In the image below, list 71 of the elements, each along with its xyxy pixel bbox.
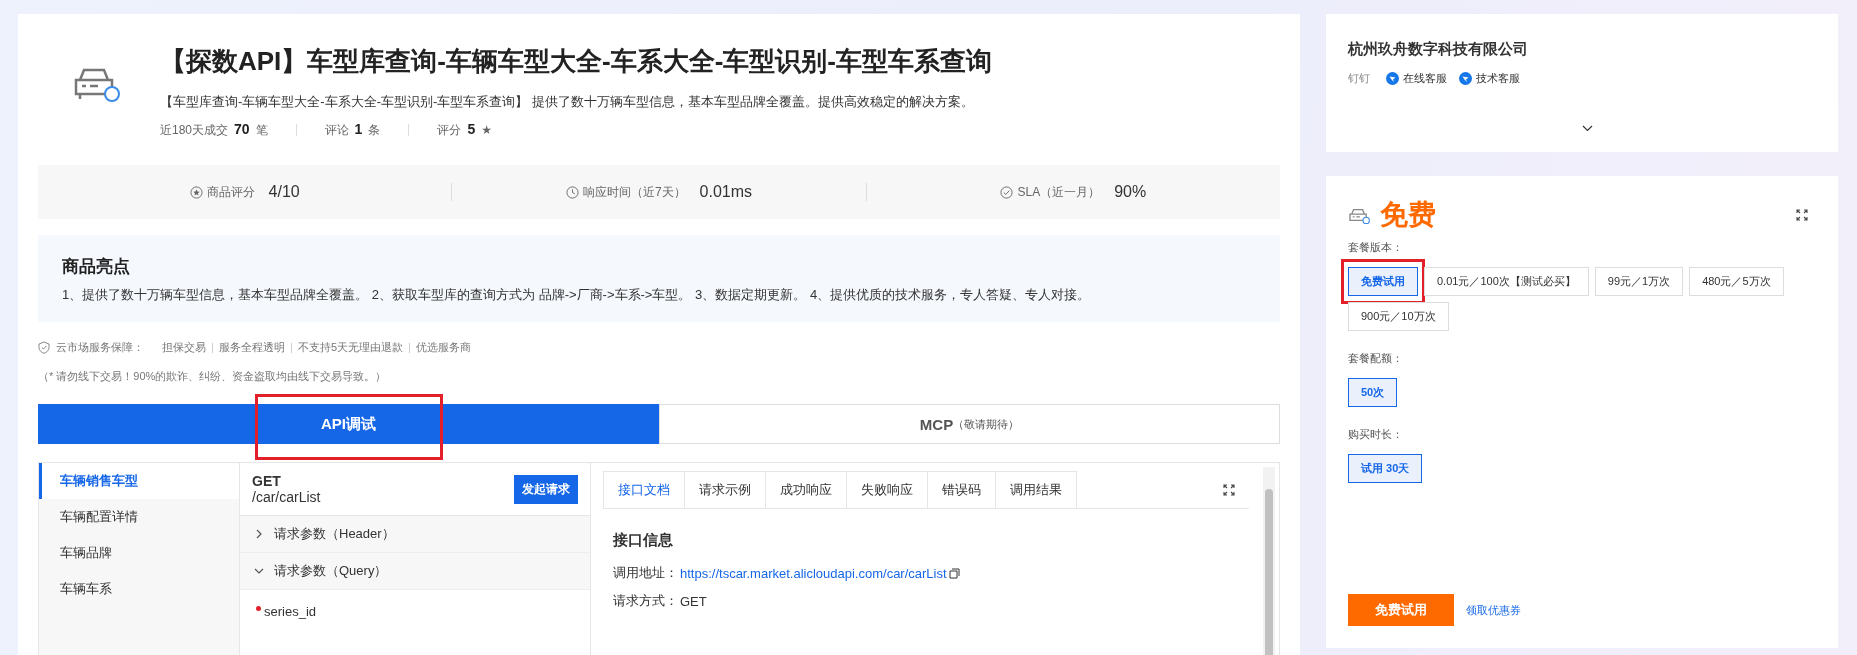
- stat-unit: 笔: [255, 122, 268, 139]
- metric-value: 0.01ms: [699, 183, 753, 201]
- http-method: GET: [252, 473, 282, 489]
- check-icon: [1000, 185, 1014, 199]
- guarantee-item: 服务全程透明: [219, 340, 285, 355]
- product-title: 【探数API】车型库查询-车辆车型大全-车系大全-车型识别-车型车系查询: [160, 45, 992, 78]
- stat-label: 评论: [324, 122, 349, 139]
- fullscreen-icon[interactable]: [1223, 483, 1235, 496]
- param-name: series_id: [264, 604, 317, 619]
- doc-tab[interactable]: 调用结果: [995, 471, 1077, 508]
- highlights-text: 1、提供了数十万辆车型信息，基本车型品牌全覆盖。 2、获取车型库的查询方式为 品牌->厂商->车系->车型。 3、数据定期更新。 4、提供优质的技术服务，专人答疑、专人对接。: [62, 286, 1092, 304]
- stat-value: 1: [354, 121, 363, 137]
- guarantee-item: 担保交易: [162, 340, 206, 355]
- plan-option[interactable]: 50次: [1348, 378, 1398, 407]
- option-group-label: 购买时长：: [1348, 427, 1404, 442]
- coupon-link[interactable]: 领取优惠券: [1466, 602, 1521, 618]
- fullscreen-icon[interactable]: [1796, 209, 1808, 221]
- stat-label: 评分: [437, 122, 462, 139]
- vendor-name: 杭州玖舟数字科技有限公司: [1348, 40, 1529, 59]
- metric-label: SLA（近一月）: [1017, 183, 1101, 201]
- api-tab[interactable]: MCP（敬请期待）: [659, 404, 1280, 444]
- price: 免费: [1380, 198, 1436, 232]
- contact-link[interactable]: 在线客服: [1403, 71, 1447, 86]
- highlights-title: 商品亮点: [62, 256, 131, 278]
- doc-heading: 接口信息: [613, 531, 674, 550]
- plan-option[interactable]: 480元／5万次: [1689, 267, 1784, 296]
- car-icon: [1348, 206, 1370, 224]
- metric-value: 90%: [1114, 183, 1147, 201]
- params-section-header[interactable]: 请求参数（Header）: [240, 516, 590, 553]
- clock-icon: [565, 185, 579, 199]
- metric-label: 商品评分: [206, 183, 255, 201]
- field-label: 请求方式：: [613, 592, 678, 610]
- contact-link[interactable]: 技术客服: [1476, 71, 1520, 86]
- field-label: 调用地址：: [613, 564, 678, 582]
- plan-option[interactable]: 试用 30天: [1348, 454, 1423, 483]
- guarantee-item: 优选服务商: [416, 340, 472, 355]
- dingtalk-icon: [1459, 72, 1472, 85]
- plan-option[interactable]: 900元／10万次: [1348, 302, 1449, 331]
- option-group-label: 套餐配额：: [1348, 351, 1404, 366]
- api-list-item[interactable]: 车辆销售车型: [39, 463, 239, 499]
- metric-label: 响应时间（近7天）: [582, 183, 686, 201]
- chevron-icon: [254, 566, 264, 576]
- stat-unit: ★: [481, 123, 492, 137]
- metric-value: 4/10: [268, 183, 300, 201]
- chevron-icon: [254, 529, 264, 539]
- params-section-header[interactable]: 请求参数（Query）: [240, 553, 590, 590]
- stat-label: 近180天成交: [160, 122, 229, 139]
- plan-option[interactable]: 0.01元／100次【测试必买】: [1424, 267, 1589, 296]
- dingtalk-icon: [1386, 72, 1399, 85]
- star-icon: [189, 185, 203, 199]
- api-tab[interactable]: API调试: [38, 404, 659, 444]
- send-request-button[interactable]: 发起请求: [514, 474, 578, 504]
- stat-value: 5: [467, 121, 476, 137]
- contact-label: 钉钉: [1348, 71, 1370, 86]
- guarantee-item: 不支持5天无理由退款: [298, 340, 404, 355]
- guarantee-label: 云市场服务保障：: [56, 340, 144, 355]
- shield-icon: [38, 341, 50, 354]
- doc-tab[interactable]: 接口文档: [603, 471, 685, 508]
- copy-icon[interactable]: [948, 567, 960, 579]
- field-value: GET: [680, 593, 707, 609]
- endpoint-path: /car/carList: [252, 489, 321, 505]
- plan-option[interactable]: 免费试用: [1348, 267, 1418, 296]
- stat-unit: 条: [368, 122, 381, 139]
- scrollbar[interactable]: [1263, 467, 1275, 655]
- notice-text: （* 请勿线下交易！90%的欺诈、纠纷、资金盗取均由线下交易导致。）: [38, 369, 388, 384]
- option-group-label: 套餐版本：: [1348, 240, 1404, 255]
- product-description: 【车型库查询-车辆车型大全-车系大全-车型识别-车型车系查询】 提供了数十万辆车型信息，基本车型品牌全覆盖。提供高效稳定的解决方案。: [160, 93, 975, 111]
- stat-value: 70: [234, 121, 250, 137]
- chevron-down-icon[interactable]: [1582, 125, 1593, 132]
- plan-option[interactable]: 99元／1万次: [1594, 267, 1684, 296]
- endpoint-link[interactable]: https://tscar.market.alicloudapi.com/car/carList: [680, 565, 947, 581]
